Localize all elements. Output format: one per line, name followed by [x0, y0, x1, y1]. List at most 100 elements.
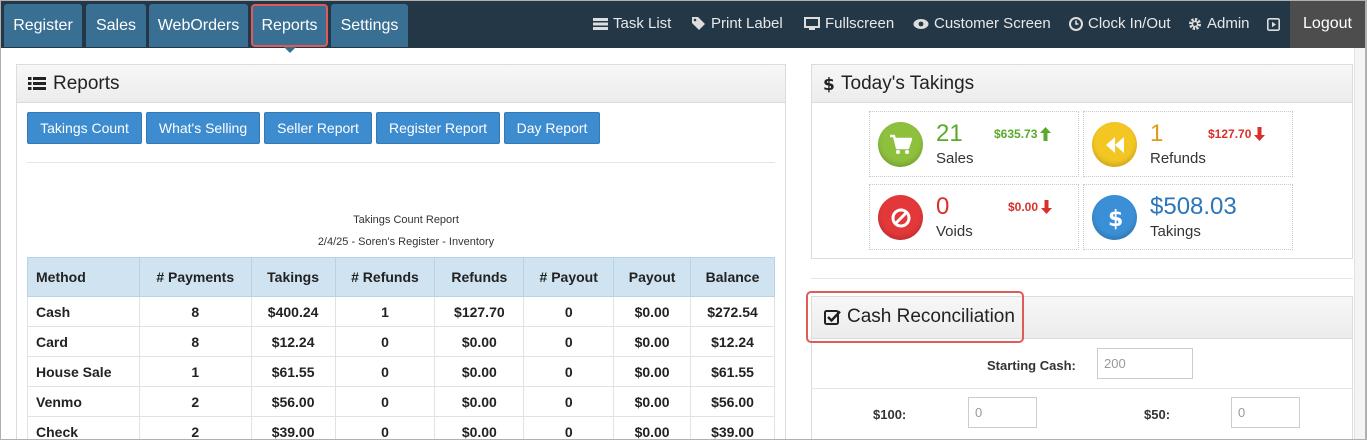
- voids-amount-value: $0.00: [1008, 200, 1039, 214]
- admin-link[interactable]: Admin: [1188, 15, 1250, 32]
- voids-amount: $0.00: [1008, 200, 1053, 214]
- table-row: Venmo 2 $56.00 0 $0.00 0 $0.00 $56.00: [27, 386, 775, 417]
- customer-screen-link[interactable]: Customer Screen: [913, 15, 1051, 32]
- seller-report-button[interactable]: Seller Report: [264, 112, 372, 144]
- starting-cash-label: Starting Cash:: [987, 358, 1076, 373]
- table-row: House Sale 1 $61.55 0 $0.00 0 $0.00 $61.…: [27, 356, 775, 387]
- arrow-down-icon: [1254, 127, 1266, 141]
- takings-total-label: Takings: [1150, 223, 1201, 240]
- sales-stat-box[interactable]: 21 Sales $635.73: [869, 111, 1079, 177]
- table-header-row: Method # Payments Takings # Refunds Refu…: [27, 257, 775, 297]
- fullscreen-label: Fullscreen: [825, 15, 895, 32]
- cell-refunds-count: 0: [334, 326, 436, 357]
- col-balance[interactable]: Balance: [690, 257, 775, 297]
- hundred-label: $100:: [873, 407, 907, 422]
- customer-screen-label: Customer Screen: [934, 15, 1051, 32]
- voids-stat-box[interactable]: 0 Voids $0.00: [869, 184, 1079, 250]
- server-icon: [593, 17, 608, 30]
- table-row: Check 2 $39.00 0 $0.00 0 $0.00 $39.00: [27, 416, 775, 440]
- cell-refunds-count: 0: [334, 386, 436, 417]
- cell-payout-count: 0: [523, 356, 615, 387]
- starting-cash-input[interactable]: 200: [1097, 348, 1193, 379]
- fullscreen-link[interactable]: Fullscreen: [804, 15, 894, 32]
- col-refunds-count[interactable]: # Refunds: [334, 257, 436, 297]
- logout-button[interactable]: Logout: [1290, 0, 1365, 48]
- cell-refunds: $0.00: [434, 416, 525, 440]
- cell-payout-count: 0: [523, 416, 615, 440]
- active-tab-caret-icon: [284, 47, 296, 53]
- reports-panel-title: Reports: [53, 72, 120, 94]
- voids-count: 0: [936, 193, 950, 220]
- col-refunds[interactable]: Refunds: [434, 257, 525, 297]
- sales-amount: $635.73: [994, 127, 1052, 141]
- tab-register[interactable]: Register: [4, 4, 82, 47]
- exit-app-button[interactable]: [1267, 18, 1280, 31]
- col-takings[interactable]: Takings: [250, 257, 336, 297]
- clock-in-out-link[interactable]: Clock In/Out: [1069, 15, 1171, 32]
- dollar-icon: $: [823, 75, 834, 93]
- print-label-link[interactable]: Print Label: [691, 15, 783, 32]
- col-payout-count[interactable]: # Payout: [523, 257, 615, 297]
- reports-panel-header: Reports: [17, 65, 785, 103]
- clock-icon: [1069, 16, 1083, 31]
- cell-method: House Sale: [27, 356, 140, 387]
- tab-weborders[interactable]: WebOrders: [149, 4, 248, 47]
- recon-panel-title-highlight: Cash Reconciliation: [806, 291, 1024, 343]
- col-method[interactable]: Method: [27, 257, 140, 297]
- tab-sales[interactable]: Sales: [86, 4, 146, 47]
- print-label-label: Print Label: [711, 15, 783, 32]
- cell-method: Check: [27, 416, 140, 440]
- report-title: Takings Count Report: [353, 214, 459, 226]
- tab-settings[interactable]: Settings: [331, 4, 408, 47]
- cell-refunds-count: 1: [334, 296, 436, 327]
- tab-reports[interactable]: Reports: [251, 4, 328, 47]
- table-row: Cash 8 $400.24 1 $127.70 0 $0.00 $272.54: [27, 296, 775, 327]
- refunds-count: 1: [1150, 120, 1164, 147]
- cell-payout: $0.00: [613, 416, 692, 440]
- refunds-amount: $127.70: [1208, 127, 1266, 141]
- cell-payout: $0.00: [613, 356, 692, 387]
- reports-divider: [27, 162, 775, 163]
- cell-payout: $0.00: [613, 326, 692, 357]
- task-list-link[interactable]: Task List: [593, 15, 671, 32]
- rewind-icon: [1092, 122, 1137, 167]
- cell-takings: $56.00: [250, 386, 336, 417]
- cart-icon: [878, 122, 923, 167]
- cell-payments: 2: [138, 416, 252, 440]
- gear-icon: [1189, 17, 1201, 30]
- page-scrollbar[interactable]: [1354, 48, 1365, 440]
- top-navbar: Register Sales WebOrders Reports Setting…: [1, 0, 1365, 53]
- cell-refunds-count: 0: [334, 356, 436, 387]
- cell-balance: $272.54: [690, 296, 775, 327]
- fifty-count-input[interactable]: 0: [1231, 397, 1300, 428]
- takings-panel-header: $ Today's Takings: [812, 65, 1352, 103]
- cell-payments: 2: [138, 386, 252, 417]
- cell-takings: $400.24: [250, 296, 336, 327]
- takings-count-button[interactable]: Takings Count: [27, 112, 142, 144]
- svg-text:$: $: [823, 75, 834, 93]
- play-square-icon: [1267, 18, 1280, 31]
- cell-balance: $61.55: [690, 356, 775, 387]
- register-report-button[interactable]: Register Report: [376, 112, 500, 144]
- refunds-stat-box[interactable]: 1 Refunds $127.70: [1083, 111, 1293, 177]
- svg-text:$: $: [1108, 207, 1123, 231]
- whats-selling-button[interactable]: What's Selling: [146, 112, 260, 144]
- takings-total-box[interactable]: $ $508.03 Takings: [1083, 184, 1293, 250]
- task-list-label: Task List: [613, 15, 672, 32]
- col-payments[interactable]: # Payments: [138, 257, 252, 297]
- eye-icon: [913, 18, 929, 29]
- cell-balance: $12.24: [690, 326, 775, 357]
- arrow-down-icon: [1041, 200, 1053, 214]
- cell-method: Cash: [27, 296, 140, 327]
- hundred-count-input[interactable]: 0: [968, 397, 1037, 428]
- report-subtitle: 2/4/25 - Soren's Register - Inventory: [317, 236, 495, 248]
- cell-refunds-count: 0: [334, 416, 436, 440]
- cell-refunds: $0.00: [434, 356, 525, 387]
- cell-payout: $0.00: [613, 296, 692, 327]
- recon-panel-title: Cash Reconciliation: [847, 306, 1015, 327]
- col-payout[interactable]: Payout: [613, 257, 692, 297]
- sales-label: Sales: [936, 150, 974, 167]
- cell-method: Venmo: [27, 386, 140, 417]
- sales-amount-value: $635.73: [994, 127, 1038, 141]
- day-report-button[interactable]: Day Report: [504, 112, 600, 144]
